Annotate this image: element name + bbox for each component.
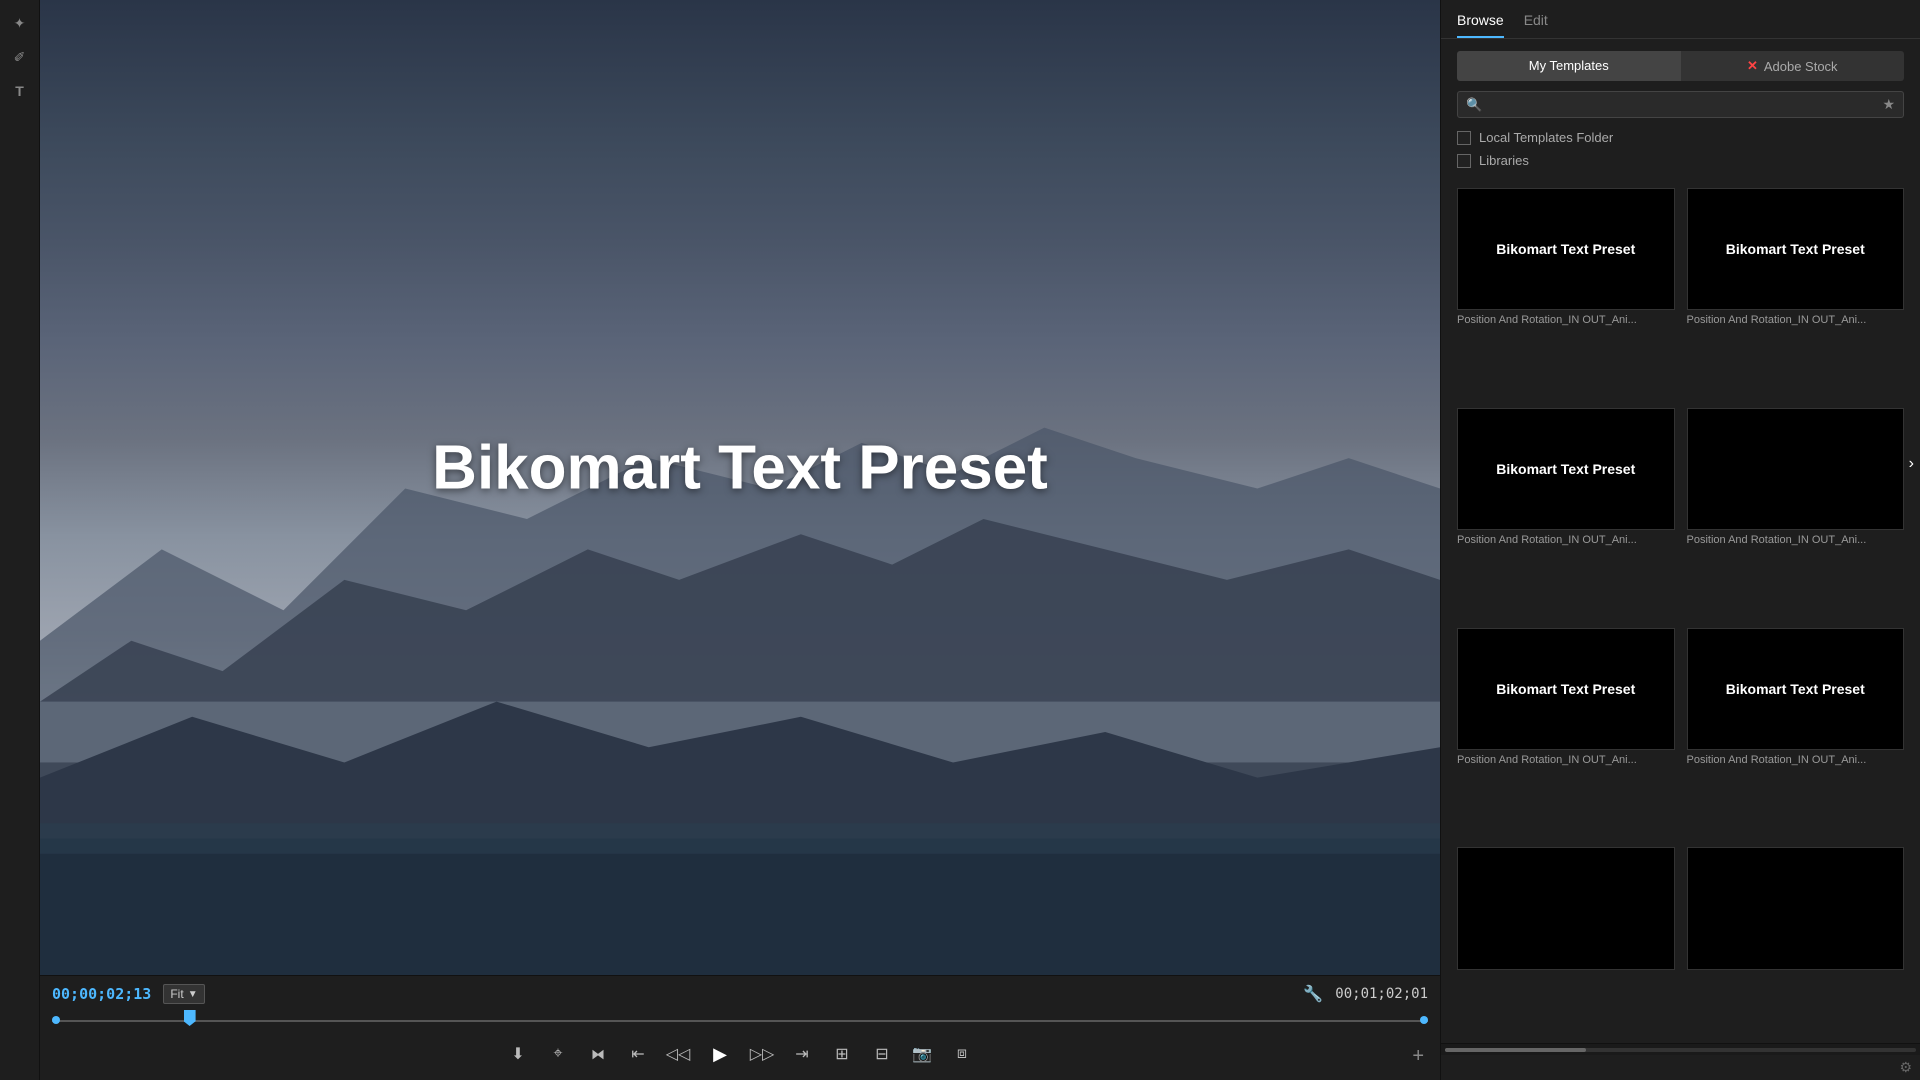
source-tab-adobe-stock[interactable]: ✕ Adobe Stock <box>1681 51 1905 81</box>
tab-edit[interactable]: Edit <box>1524 12 1548 38</box>
panel-bottom-icons: ⚙ <box>1441 1055 1920 1080</box>
libraries-label: Libraries <box>1479 153 1529 168</box>
play-button[interactable]: ▶ <box>706 1040 734 1068</box>
controls-row: ⬇ ⌖ ⧓ ⇤ ◁◁ ▶ ▷▷ ⇥ ⊞ ⊟ 📷 ⧈ <box>52 1036 1428 1076</box>
template-name-5: Position And Rotation_IN OUT_Ani... <box>1457 754 1675 774</box>
go-to-out-button[interactable]: ⇥ <box>790 1042 814 1066</box>
panel-settings-icon[interactable]: ⚙ <box>1899 1059 1912 1076</box>
duration-timecode: 00;01;02;01 <box>1335 986 1428 1002</box>
template-card-5[interactable]: Bikomart Text Preset Position And Rotatio… <box>1457 628 1675 836</box>
adobe-stock-label: Adobe Stock <box>1764 59 1838 74</box>
template-card-8[interactable] <box>1687 847 1905 1043</box>
template-thumb-3: Bikomart Text Preset <box>1457 408 1675 530</box>
timeline-marker-end <box>1420 1016 1428 1024</box>
overwrite-button[interactable]: ⊟ <box>870 1042 894 1066</box>
current-timecode: 00;00;02;13 <box>52 985 151 1003</box>
step-forward-button[interactable]: ▷▷ <box>750 1042 774 1066</box>
template-card-7[interactable] <box>1457 847 1675 1043</box>
template-thumb-2: Bikomart Text Preset <box>1687 188 1905 310</box>
dropdown-arrow: ▼ <box>188 989 198 1000</box>
panel-tabs: Browse Edit <box>1441 0 1920 39</box>
tool-pen-icon[interactable]: ✐ <box>7 44 33 70</box>
fit-label: Fit <box>170 987 183 1001</box>
compare-button[interactable]: ⧈ <box>950 1042 974 1066</box>
tool-arrow-icon[interactable]: ✦ <box>7 10 33 36</box>
template-name-3: Position And Rotation_IN OUT_Ani... <box>1457 534 1675 554</box>
template-thumb-5: Bikomart Text Preset <box>1457 628 1675 750</box>
template-thumb-8 <box>1687 847 1905 969</box>
fit-dropdown[interactable]: Fit ▼ <box>163 984 204 1004</box>
template-card-2[interactable]: Bikomart Text Preset Position And Rotatio… <box>1687 188 1905 396</box>
right-panel: Browse Edit My Templates ✕ Adobe Stock 🔍… <box>1440 0 1920 1080</box>
scrollbar-track[interactable] <box>1445 1048 1916 1052</box>
video-text-overlay: Bikomart Text Preset <box>432 433 1048 504</box>
timeline-bar[interactable] <box>52 1010 1428 1030</box>
add-button[interactable]: + <box>1412 1045 1424 1068</box>
template-name-8 <box>1687 974 1905 982</box>
tool-text-icon[interactable]: T <box>7 78 33 104</box>
libraries-checkbox-row: Libraries <box>1441 149 1920 172</box>
favorites-star-icon[interactable]: ★ <box>1882 96 1895 113</box>
timecode-row: 00;00;02;13 Fit ▼ 🔧 00;01;02;01 <box>52 984 1428 1004</box>
template-thumb-1: Bikomart Text Preset <box>1457 188 1675 310</box>
mountain-svg <box>40 293 1440 976</box>
search-row: 🔍 ★ <box>1457 91 1904 118</box>
step-back-button[interactable]: ◁◁ <box>666 1042 690 1066</box>
go-to-in-button[interactable]: ⇤ <box>626 1042 650 1066</box>
libraries-checkbox[interactable] <box>1457 154 1471 168</box>
template-name-2: Position And Rotation_IN OUT_Ani... <box>1687 314 1905 334</box>
source-tab-my-templates[interactable]: My Templates <box>1457 51 1681 81</box>
template-source-tabs: My Templates ✕ Adobe Stock <box>1457 51 1904 81</box>
template-thumb-4 <box>1687 408 1905 530</box>
player-controls: 00;00;02;13 Fit ▼ 🔧 00;01;02;01 ⬇ ⌖ ⧓ ⇤ … <box>40 975 1440 1080</box>
template-card-3[interactable]: Bikomart Text Preset Position And Rotatio… <box>1457 408 1675 616</box>
timeline-marker-start <box>52 1016 60 1024</box>
marker-in-button[interactable]: ⬇ <box>506 1042 530 1066</box>
panel-scrollbar[interactable] <box>1441 1043 1920 1055</box>
left-toolbar: ✦ ✐ T <box>0 0 40 1080</box>
timeline-playhead[interactable] <box>184 1010 196 1026</box>
adobe-x-icon: ✕ <box>1747 58 1758 74</box>
insert-clip-button[interactable]: ⊞ <box>830 1042 854 1066</box>
scrollbar-thumb <box>1445 1048 1586 1052</box>
template-grid: Bikomart Text Preset Position And Rotatio… <box>1441 172 1920 1043</box>
split-button[interactable]: ⌖ <box>546 1042 570 1066</box>
video-preview: Bikomart Text Preset <box>40 0 1440 975</box>
template-card-6[interactable]: Bikomart Text Preset Position And Rotatio… <box>1687 628 1905 836</box>
template-name-7 <box>1457 974 1675 982</box>
main-area: Bikomart Text Preset 00;00;02;13 Fit ▼ 🔧… <box>40 0 1440 1080</box>
trim-button[interactable]: ⧓ <box>586 1042 610 1066</box>
tab-browse[interactable]: Browse <box>1457 12 1504 38</box>
template-name-4: Position And Rotation_IN OUT_Ani... <box>1687 534 1905 554</box>
template-thumb-6: Bikomart Text Preset <box>1687 628 1905 750</box>
search-icon: 🔍 <box>1466 97 1482 113</box>
template-name-6: Position And Rotation_IN OUT_Ani... <box>1687 754 1905 774</box>
template-card-1[interactable]: Bikomart Text Preset Position And Rotatio… <box>1457 188 1675 396</box>
wrench-icon[interactable]: 🔧 <box>1303 984 1323 1004</box>
export-frame-button[interactable]: 📷 <box>910 1042 934 1066</box>
timeline-track <box>52 1020 1428 1022</box>
template-thumb-7 <box>1457 847 1675 969</box>
template-name-1: Position And Rotation_IN OUT_Ani... <box>1457 314 1675 334</box>
local-templates-checkbox-row: Local Templates Folder <box>1441 126 1920 149</box>
search-input[interactable] <box>1488 97 1882 112</box>
local-templates-checkbox[interactable] <box>1457 131 1471 145</box>
local-templates-label: Local Templates Folder <box>1479 130 1613 145</box>
template-card-4[interactable]: Position And Rotation_IN OUT_Ani... <box>1687 408 1905 616</box>
